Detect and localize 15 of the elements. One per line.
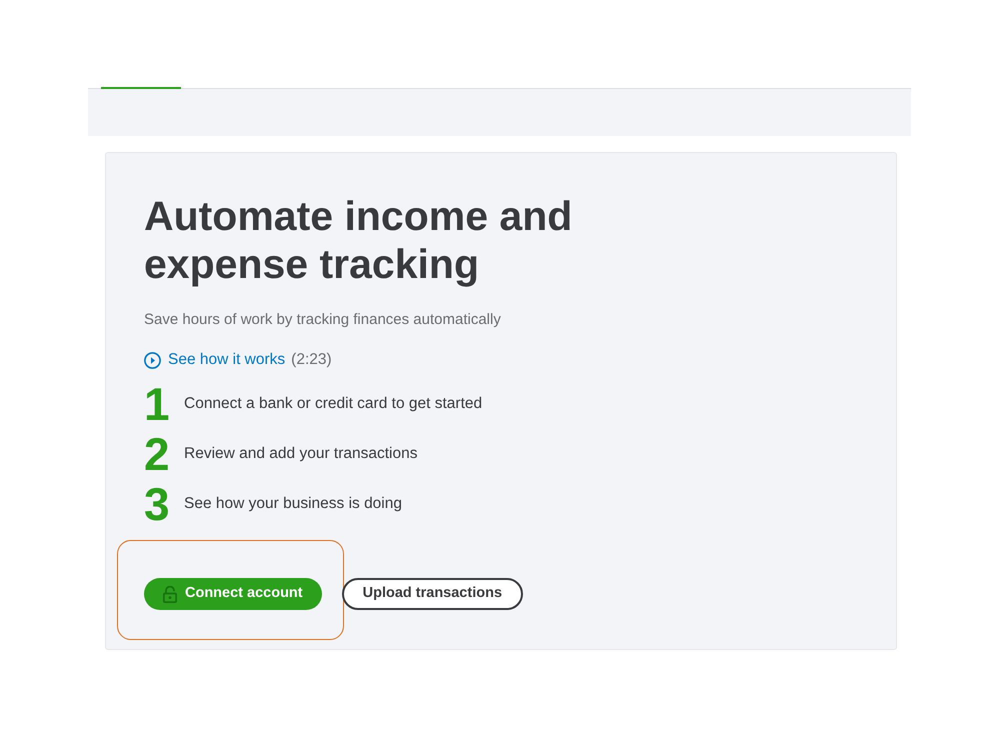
subtitle: Save hours of work by tracking finances automatically — [144, 310, 501, 330]
step-text: Review and add your transactions — [184, 444, 418, 464]
step-number: 3 — [144, 481, 171, 527]
tab-indicator[interactable] — [101, 87, 181, 89]
video-duration: (2:23) — [291, 350, 332, 370]
video-link[interactable]: See how it works — [144, 348, 286, 372]
step-number: 2 — [144, 431, 171, 477]
connect-account-button[interactable]: Connect account — [144, 578, 322, 610]
lock-icon — [163, 586, 177, 602]
heading: Automate income and expense tracking — [144, 192, 574, 288]
step-text: Connect a bank or credit card to get started — [184, 394, 482, 414]
play-icon — [144, 352, 161, 368]
step-number: 1 — [144, 381, 171, 427]
step-text: See how your business is doing — [184, 494, 402, 514]
upload-transactions-button[interactable]: Upload transactions — [342, 578, 524, 610]
